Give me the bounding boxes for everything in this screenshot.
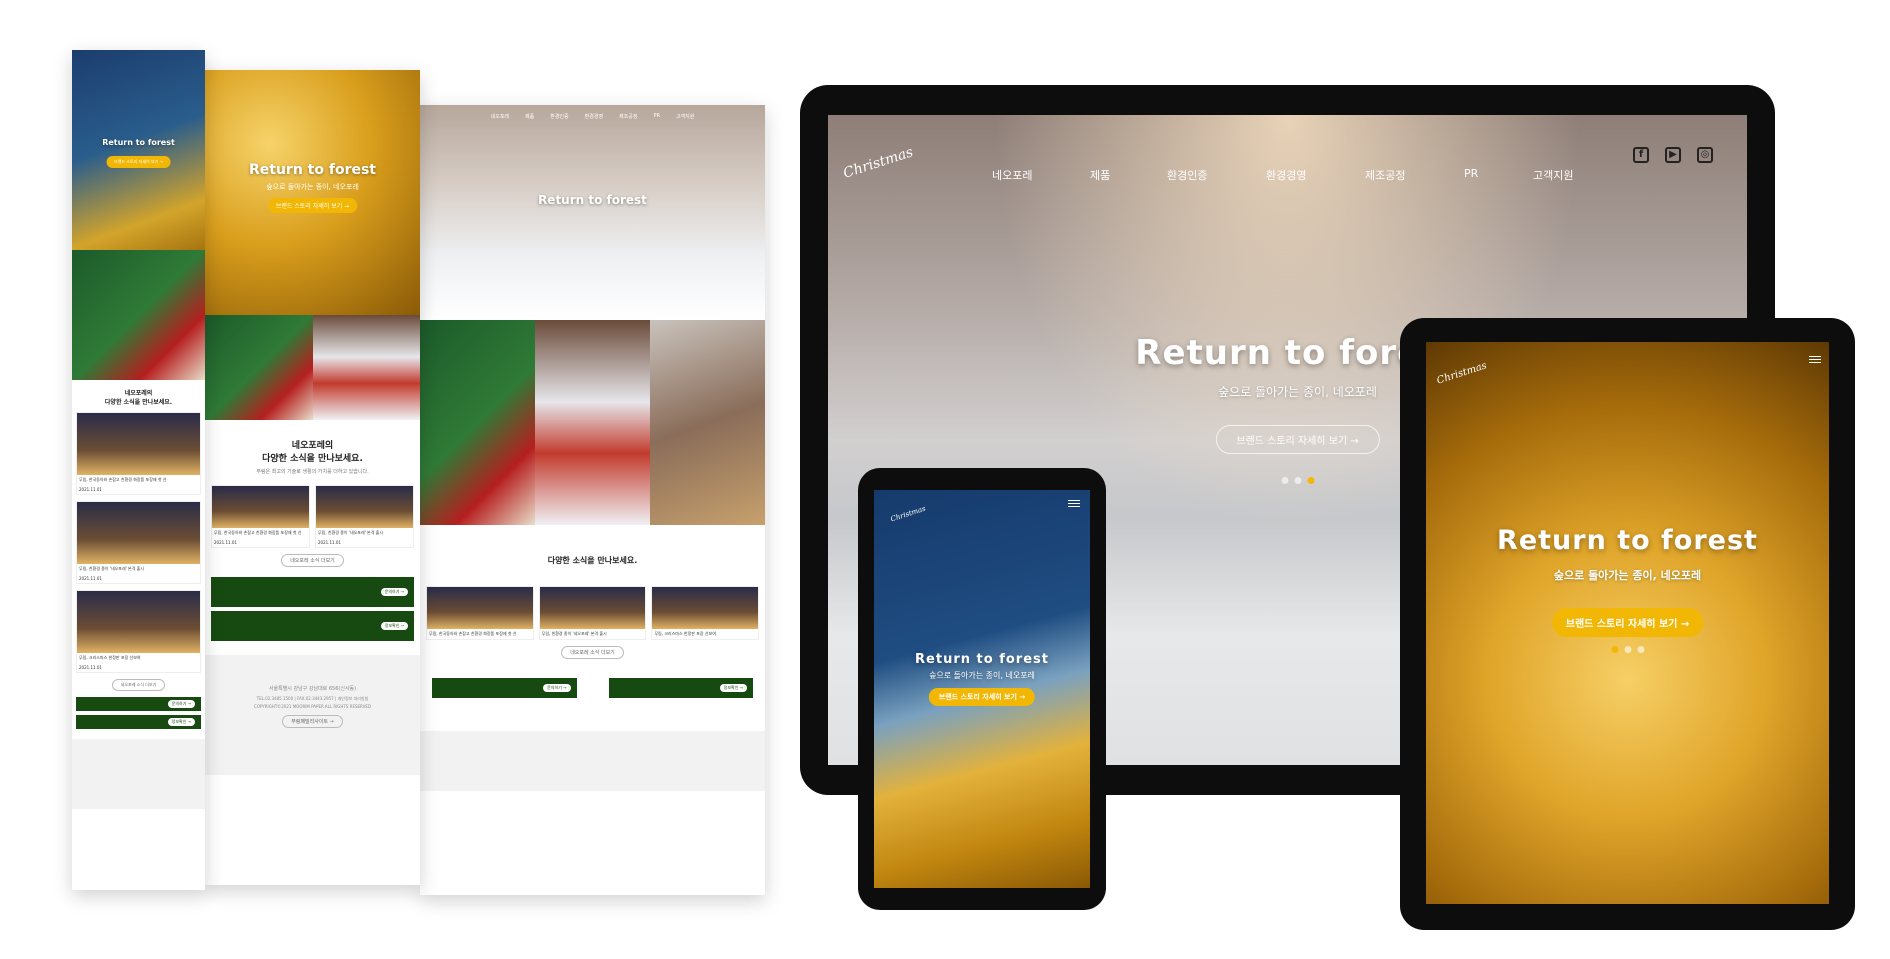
nav-item[interactable]: 고객지원 — [676, 113, 694, 120]
tablet-hero: Return to forest 숲으로 돌아가는 종이, 네오포레 브랜드 스… — [205, 70, 420, 315]
nav-item-management[interactable]: 환경경영 — [1266, 167, 1306, 183]
slider-dots — [1611, 646, 1644, 653]
desktop-page-screenshot: 네오포레 제품 환경인증 환경경영 제조공정 PR 고객지원 Return to… — [420, 105, 765, 895]
tablet-footer: 서울특별시 강남구 강남대로 656(신사동) TEL.02.3485.1500… — [205, 655, 420, 775]
brand-story-button[interactable]: 브랜드 스토리 자세히 보기 → — [1551, 608, 1704, 637]
contact-box[interactable]: 문의하기 → — [211, 577, 414, 607]
contact-box[interactable]: 문의하기 → — [432, 678, 577, 698]
footer-address: 서울특별시 강남구 강남대로 656(신사동) — [268, 686, 357, 692]
news-more-button[interactable]: 네오포레 소식 더보기 — [111, 679, 166, 691]
photo-strip — [420, 320, 765, 525]
news-card[interactable]: 무림, 크리스마스 한정판 포장 선보여 — [651, 586, 760, 640]
nav-item-pr[interactable]: PR — [1464, 167, 1478, 180]
nav-item-certification[interactable]: 환경인증 — [1167, 167, 1207, 183]
menu-icon[interactable] — [1809, 356, 1821, 365]
brand-story-button[interactable]: 브랜드 스토리 자세히 보기 → — [267, 198, 358, 213]
hero-title: Return to forest — [102, 138, 175, 147]
snowman-photo — [312, 315, 420, 420]
desktop-hero: 네오포레 제품 환경인증 환경경영 제조공정 PR 고객지원 Return to… — [420, 105, 765, 320]
christmas-logo: Christmas — [1435, 360, 1489, 387]
social-links: f ▶ ◎ — [1633, 147, 1713, 163]
christmas-logo: Christmas — [889, 504, 927, 524]
nav-item[interactable]: PR — [653, 113, 660, 120]
phone-device: Christmas Return to forest 숲으로 돌아가는 종이, … — [858, 468, 1106, 910]
news-card[interactable]: 무림, 친환경 종이 '네오포레' 본격 출시 2021.11.01 — [76, 501, 201, 584]
christmas-tree-photo — [205, 315, 313, 420]
news-title-line1: 네오포레의 — [124, 390, 153, 397]
slider-dot[interactable] — [1294, 477, 1301, 484]
contact-box[interactable]: 문의하기 → — [76, 697, 201, 711]
phone-screen: Christmas Return to forest 숲으로 돌아가는 종이, … — [874, 490, 1090, 888]
slider-dot[interactable] — [1624, 646, 1631, 653]
hero-subtitle: 숲으로 돌아가는 종이, 네오포레 — [266, 183, 359, 191]
news-title-line2: 다양한 소식을 만나보세요. — [104, 399, 173, 406]
news-card[interactable]: 무림, 친환경 종이 '네오포레' 본격 출시 2021.11.01 — [315, 485, 414, 548]
nav-item[interactable]: 네오포레 — [491, 113, 509, 120]
slider-dot-active[interactable] — [1611, 646, 1618, 653]
news-card[interactable]: 무림, 한국동아와 손잡고 친환경 화장품 포장재 첫 선 2021.11.01 — [211, 485, 310, 548]
youtube-icon[interactable]: ▶ — [1665, 147, 1681, 163]
mobile-hero: Return to forest 브랜드 스토리 자세히 보기 → — [72, 50, 205, 250]
hero-title: Return to forest — [1497, 525, 1758, 556]
snowman-photo — [535, 320, 650, 525]
brand-story-button[interactable]: 브랜드 스토리 자세히 보기 → — [1215, 425, 1380, 454]
slider-dot-active[interactable] — [1307, 477, 1314, 484]
tablet-screen: Christmas Return to forest 숲으로 돌아가는 종이, … — [1426, 342, 1829, 904]
nav-item[interactable]: 환경경영 — [585, 113, 603, 120]
news-title: 다양한 소식을 만나보세요. — [547, 556, 638, 565]
news-more-button[interactable]: 네오포레 소식 더보기 — [561, 646, 624, 659]
nav-item[interactable]: 제품 — [525, 113, 534, 120]
family-site-button[interactable]: 무림패밀리사이트 → — [282, 715, 343, 728]
tablet-device: Christmas Return to forest 숲으로 돌아가는 종이, … — [1400, 318, 1855, 930]
hero-title: Return to forest — [538, 193, 647, 207]
hero-subtitle: 숲으로 돌아가는 종이, 네오포레 — [929, 671, 1035, 680]
slider-dot[interactable] — [1637, 646, 1644, 653]
news-card[interactable]: 무림, 한국동아와 손잡고 친환경 화장품 포장재 첫 선 — [426, 586, 534, 640]
facebook-icon[interactable]: f — [1633, 147, 1649, 163]
desktop-footer — [420, 731, 765, 791]
info-box[interactable]: 정보확인 → — [211, 611, 414, 641]
news-subtitle: 무림은 최고의 기술로 생활의 가치를 더하고 있습니다. — [256, 469, 369, 475]
news-card[interactable]: 무림, 친환경 종이 '네오포레' 본격 출시 — [538, 586, 647, 640]
slider-dots — [1281, 477, 1314, 484]
mobile-page-screenshot: Return to forest 브랜드 스토리 자세히 보기 → 네오포레의 … — [72, 50, 205, 890]
info-box[interactable]: 정보확인 → — [608, 678, 753, 698]
hero-subtitle: 숲으로 돌아가는 종이, 네오포레 — [1553, 569, 1702, 582]
news-more-button[interactable]: 네오포레 소식 더보기 — [281, 554, 344, 567]
desktop-mini-nav: 네오포레 제품 환경인증 환경경영 제조공정 PR 고객지원 — [420, 113, 765, 120]
mockup-stage: 네오포레 제품 환경인증 환경경영 제조공정 PR 고객지원 Return to… — [0, 0, 1890, 959]
news-title-line2: 다양한 소식을 만나보세요. — [262, 454, 363, 464]
news-card[interactable]: 무림, 크리스마스 한정판 포장 선보여 2021.11.01 — [76, 590, 201, 673]
info-box[interactable]: 정보확인 → — [76, 715, 201, 729]
menu-icon[interactable] — [1068, 500, 1080, 509]
slider-dot[interactable] — [1281, 477, 1288, 484]
christmas-tree-photo — [72, 250, 205, 380]
news-title-line1: 네오포레의 — [291, 441, 334, 451]
hero-title: Return to forest — [249, 162, 376, 178]
nav-item-process[interactable]: 제조공정 — [1365, 167, 1405, 183]
brand-story-button[interactable]: 브랜드 스토리 자세히 보기 → — [928, 688, 1036, 706]
nav-item-products[interactable]: 제품 — [1090, 167, 1110, 183]
mobile-footer — [72, 739, 205, 809]
nav-item[interactable]: 환경인증 — [550, 113, 568, 120]
footer-contact: TEL.02.3485.1500 | FAX.02.3443.2957 | 개인… — [256, 696, 369, 701]
nav-item-neoforet[interactable]: 네오포레 — [992, 167, 1032, 183]
skates-photo — [650, 320, 765, 525]
nav-item-support[interactable]: 고객지원 — [1533, 167, 1573, 183]
brand-story-button[interactable]: 브랜드 스토리 자세히 보기 → — [106, 156, 171, 168]
christmas-tree-photo — [420, 320, 535, 525]
hero-title: Return to forest — [915, 652, 1049, 667]
tablet-page-screenshot: Return to forest 숲으로 돌아가는 종이, 네오포레 브랜드 스… — [205, 70, 420, 885]
news-row: 무림, 한국동아와 손잡고 친환경 화장품 포장재 첫 선 무림, 친환경 종이… — [420, 586, 765, 640]
news-card[interactable]: 무림, 한국동아와 손잡고 친환경 화장품 포장재 첫 선 2021.11.01 — [76, 412, 201, 495]
nav-item[interactable]: 제조공정 — [619, 113, 637, 120]
footer-copyright: COPYRIGHT©2021 MOORIM PAPER.ALL RIGHTS R… — [254, 704, 371, 709]
instagram-icon[interactable]: ◎ — [1697, 147, 1713, 163]
christmas-logo: Christmas — [841, 144, 916, 182]
